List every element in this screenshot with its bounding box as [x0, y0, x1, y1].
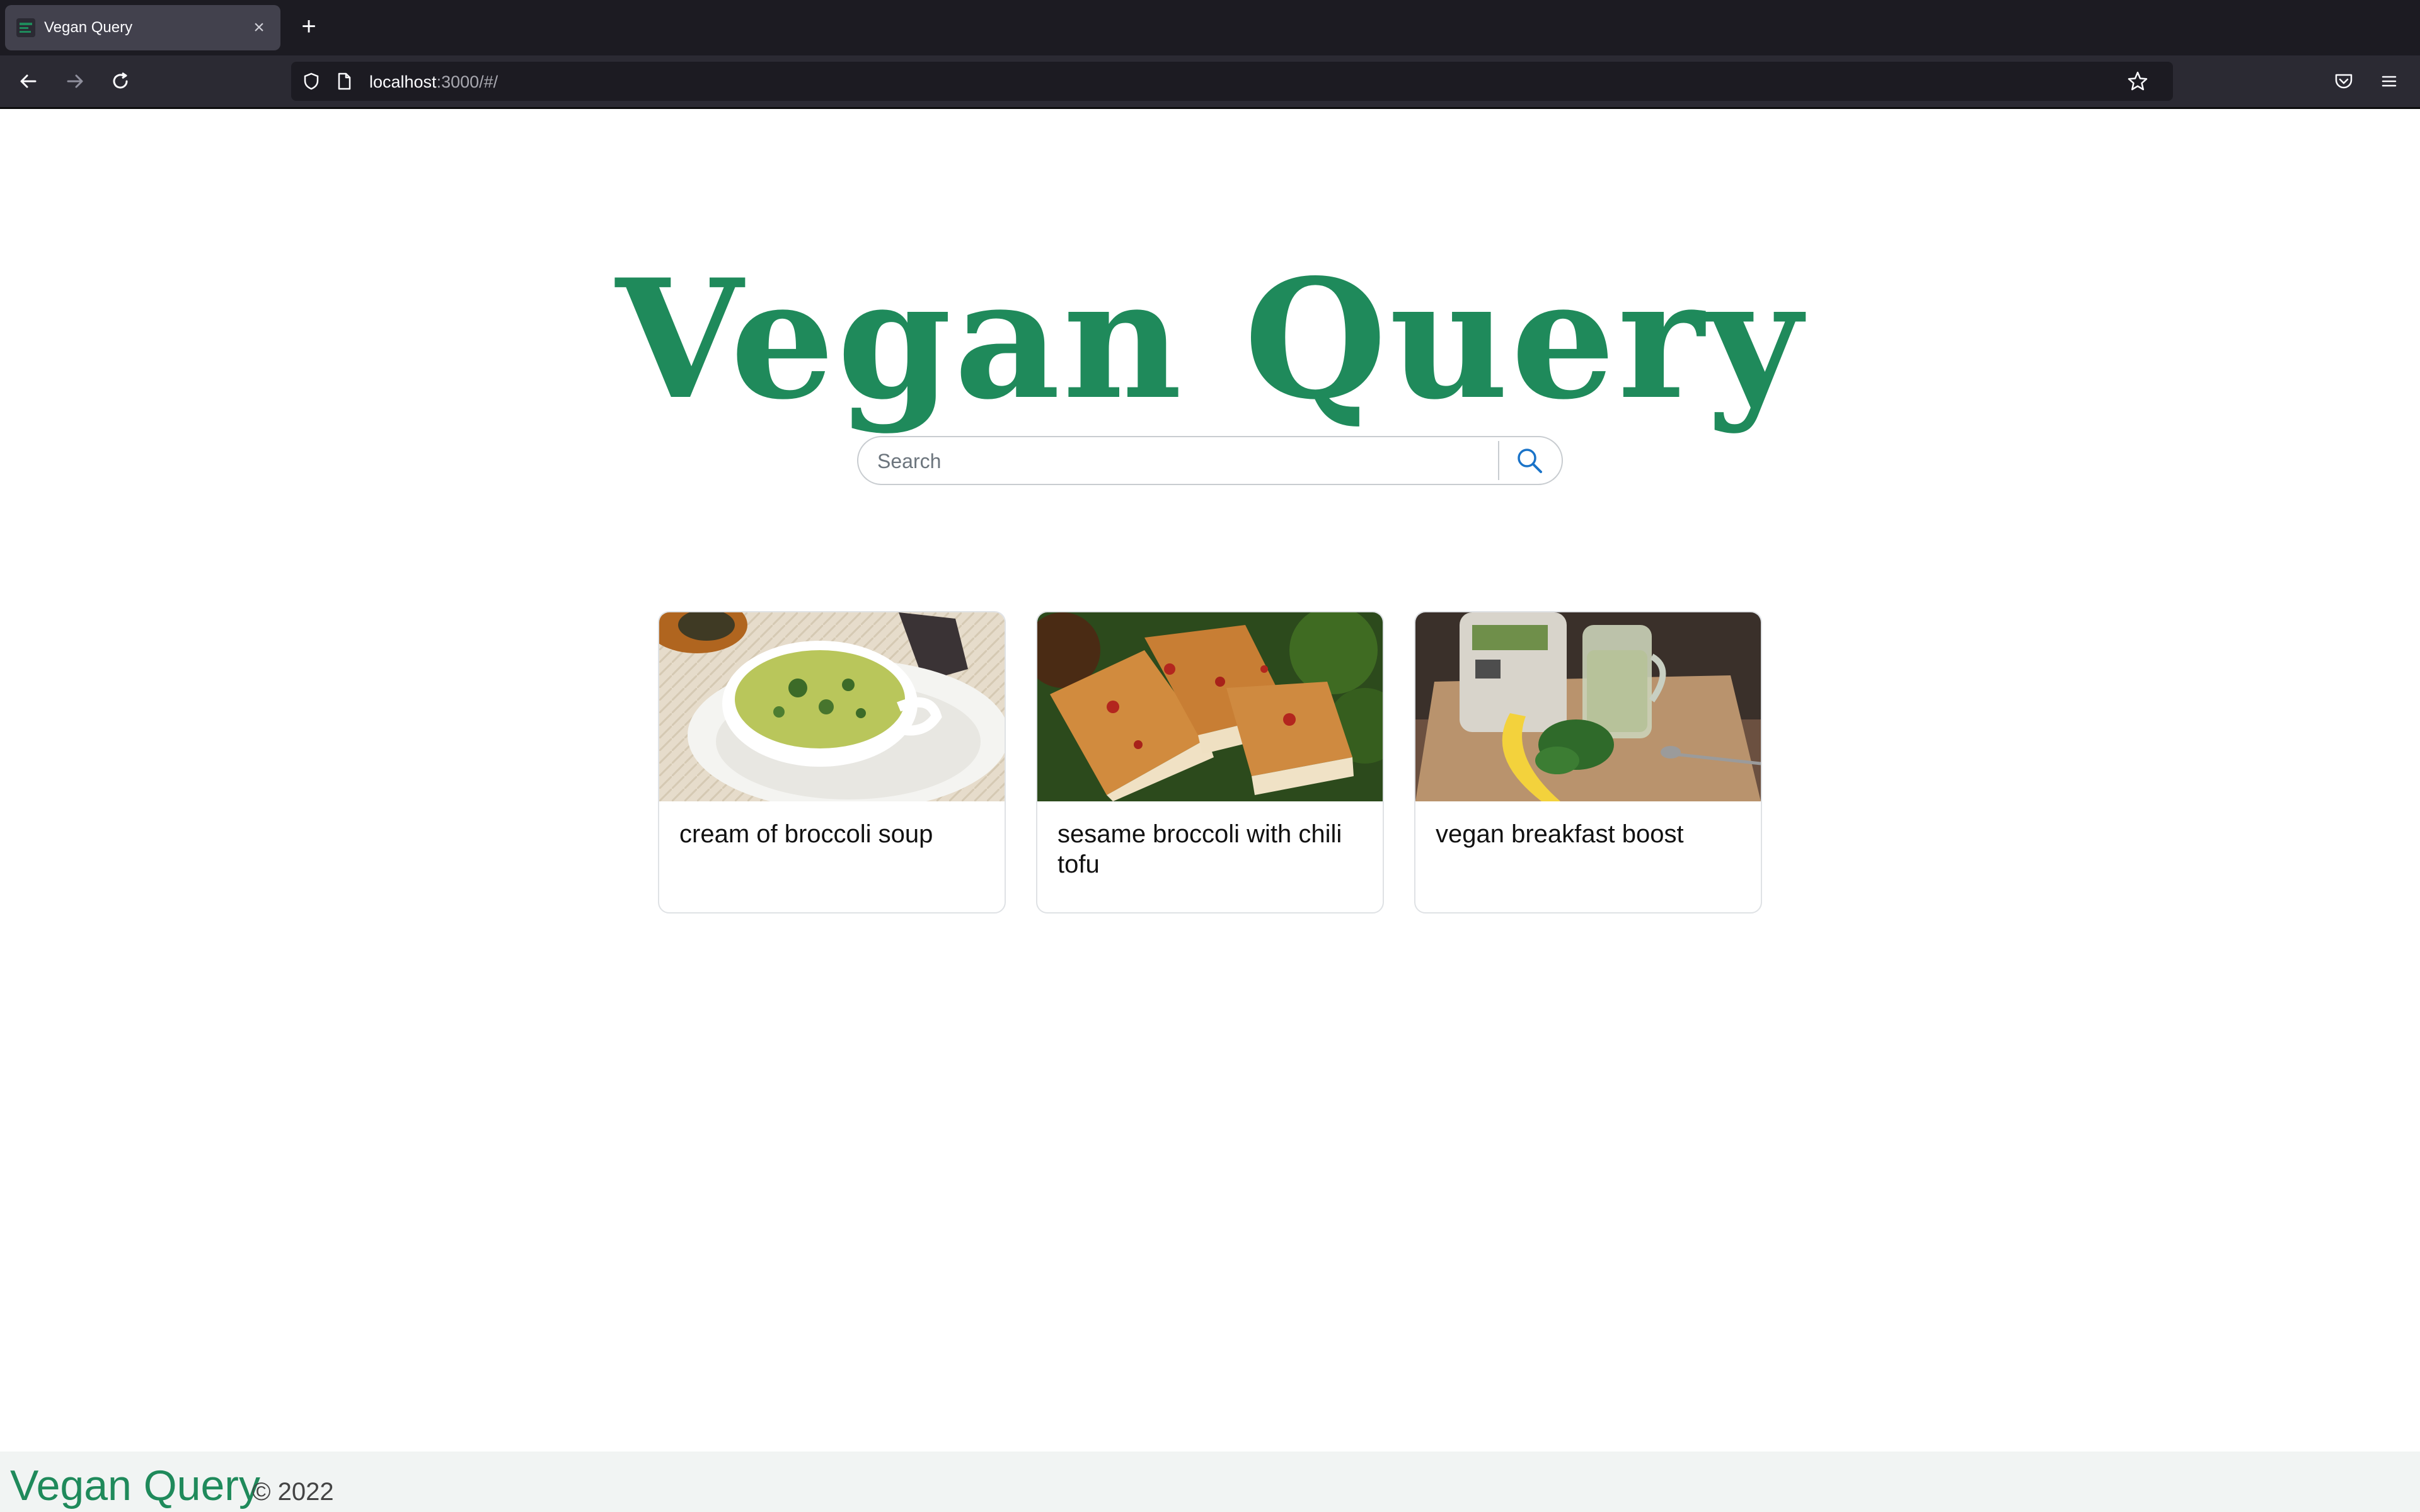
pocket-icon[interactable]	[2328, 66, 2360, 97]
url-host: localhost	[369, 72, 437, 91]
recipe-title[interactable]: vegan breakfast boost	[1436, 819, 1738, 849]
search-divider	[1498, 441, 1499, 480]
search-icon	[1518, 449, 1542, 473]
tab-title: Vegan Query	[44, 19, 133, 36]
footer-brand: Vegan Query	[10, 1462, 260, 1509]
bookmark-star-icon[interactable]	[2126, 70, 2149, 93]
recipe-title[interactable]: cream of broccoli soup	[679, 819, 982, 849]
page-title: Vegan Query	[615, 244, 1805, 436]
footer-copyright: © 2022	[252, 1478, 334, 1506]
favicon-icon	[16, 18, 35, 37]
recipe-image-tofu[interactable]	[1037, 612, 1383, 801]
browser-tab-bar: Vegan Query × +	[0, 0, 2420, 55]
browser-tab[interactable]: Vegan Query ×	[5, 5, 280, 50]
recipe-card-grid: cream of broccoli soup sesame broccoli w…	[658, 611, 1762, 914]
new-tab-button[interactable]: +	[295, 13, 323, 40]
recipe-card[interactable]: vegan breakfast boost	[1414, 611, 1762, 914]
search-input[interactable]	[876, 446, 1484, 476]
back-arrow-icon[interactable]	[13, 66, 44, 97]
footer: Vegan Query © 2022	[0, 1452, 2420, 1512]
forward-arrow-icon[interactable]	[59, 66, 91, 97]
search-button[interactable]	[1507, 442, 1552, 479]
menu-icon[interactable]	[2373, 66, 2405, 97]
recipe-card[interactable]: cream of broccoli soup	[658, 611, 1006, 914]
browser-nav-bar: localhost:3000/#/	[0, 55, 2420, 109]
shield-icon[interactable]	[300, 70, 323, 93]
url-path: :3000/#/	[436, 72, 498, 91]
recipe-card[interactable]: sesame broccoli with chili tofu	[1036, 611, 1384, 914]
recipe-image-soup[interactable]	[659, 612, 1005, 801]
close-icon[interactable]: ×	[246, 17, 272, 38]
url-bar[interactable]: localhost:3000/#/	[291, 62, 2173, 101]
search-bar	[857, 436, 1563, 485]
recipe-image-smoothie[interactable]	[1415, 612, 1761, 801]
page-icon[interactable]	[333, 70, 355, 93]
url-text: localhost:3000/#/	[369, 72, 498, 92]
recipe-title[interactable]: sesame broccoli with chili tofu	[1057, 819, 1360, 879]
reload-icon[interactable]	[105, 66, 136, 97]
